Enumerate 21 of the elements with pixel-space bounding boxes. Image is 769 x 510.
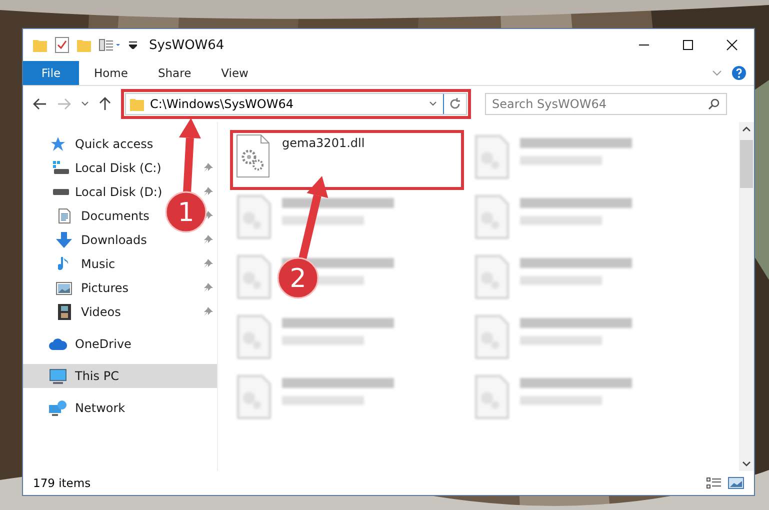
ribbon-tab[interactable]: View	[206, 61, 264, 85]
file-menu-tab[interactable]: File	[23, 61, 79, 85]
address-path: C:\Windows\SysWOW64	[150, 97, 294, 111]
nav-item[interactable]: Local Disk (D:)	[23, 180, 161, 204]
nav-item[interactable]: OneDrive	[23, 332, 161, 356]
nav-item[interactable]: This PC	[23, 364, 161, 388]
window-title: SysWOW64	[149, 38, 226, 52]
nav-item[interactable]: Local Disk (C:)	[23, 156, 161, 180]
file-name[interactable]: gema3201.dll	[282, 134, 365, 150]
nav-item[interactable]: Quick access	[23, 132, 161, 156]
nav-item[interactable]: Network	[23, 396, 161, 420]
nav-item[interactable]: Videos	[23, 300, 161, 324]
search-field[interactable]: Search SysWOW64	[485, 93, 727, 115]
ribbon-tab[interactable]: Share	[142, 61, 206, 85]
item-count: 179 items	[33, 476, 92, 490]
nav-item[interactable]: Pictures	[23, 276, 161, 300]
step-number: 2	[290, 264, 306, 294]
step-number: 1	[178, 198, 194, 228]
ribbon-tab[interactable]: Home	[79, 61, 143, 85]
nav-item[interactable]: Downloads	[23, 228, 161, 252]
nav-item[interactable]: Music	[23, 252, 161, 276]
